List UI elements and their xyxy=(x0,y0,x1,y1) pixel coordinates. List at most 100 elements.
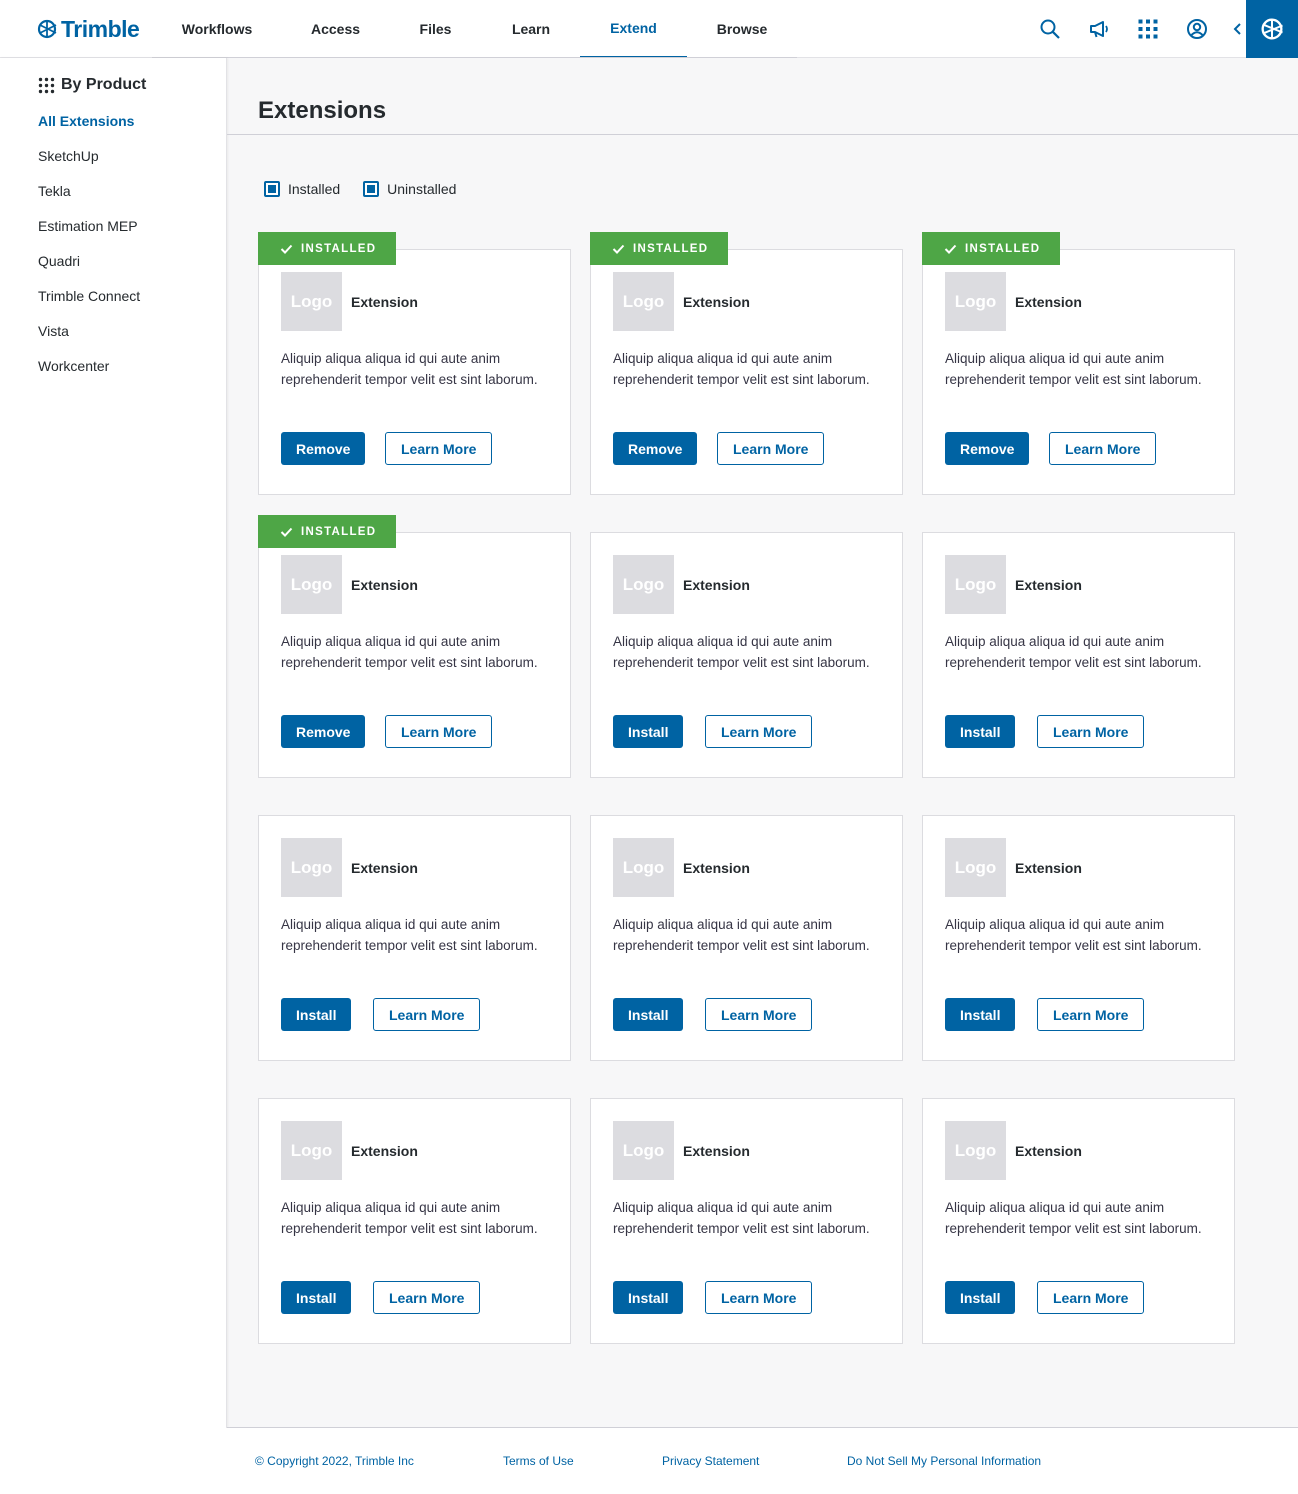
install-button[interactable]: Install xyxy=(945,1281,1016,1314)
extension-logo-placeholder: Logo xyxy=(281,1121,342,1180)
extension-name: Extension xyxy=(683,860,750,876)
install-button[interactable]: Install xyxy=(613,1281,684,1314)
learn-more-button[interactable]: Learn More xyxy=(373,998,481,1031)
extension-description: Aliquip aliqua aliqua id qui aute anim r… xyxy=(613,634,870,670)
nav-tab-label: Access xyxy=(310,21,361,37)
checkbox-checked-mark xyxy=(367,185,376,193)
sidebar-item-estimation-mep[interactable]: Estimation MEP xyxy=(38,218,140,253)
nav-tab-browse[interactable]: Browse xyxy=(687,0,797,58)
checkmark-icon xyxy=(280,527,293,537)
learn-more-button[interactable]: Learn More xyxy=(373,1281,481,1314)
remove-button[interactable]: Remove xyxy=(945,432,1030,465)
extension-logo-placeholder: Logo xyxy=(945,1121,1006,1180)
app-switcher-tile[interactable] xyxy=(1246,0,1298,58)
do-not-sell-link[interactable]: Do Not Sell My Personal Information xyxy=(847,1454,1041,1468)
extension-logo-placeholder: Logo xyxy=(945,555,1006,614)
learn-more-button[interactable]: Learn More xyxy=(385,715,493,748)
learn-more-button[interactable]: Learn More xyxy=(705,1281,813,1314)
learn-more-button[interactable]: Learn More xyxy=(1049,432,1157,465)
installed-badge: INSTALLED xyxy=(590,232,728,265)
sidebar-item-all-extensions[interactable]: All Extensions xyxy=(38,113,140,148)
sidebar-item-workcenter[interactable]: Workcenter xyxy=(38,358,140,393)
sidebar-item-vista[interactable]: Vista xyxy=(38,323,140,358)
sidebar-item-sketchup[interactable]: SketchUp xyxy=(38,148,140,183)
extension-name: Extension xyxy=(683,577,750,593)
extension-logo-placeholder: Logo xyxy=(613,1121,674,1180)
search-button[interactable] xyxy=(1030,10,1070,48)
announcements-button[interactable] xyxy=(1079,10,1119,48)
learn-more-button[interactable]: Learn More xyxy=(1037,715,1145,748)
trimble-logo[interactable]: Trimble xyxy=(36,13,140,45)
remove-button[interactable]: Remove xyxy=(613,432,698,465)
logo-placeholder-text: Logo xyxy=(954,291,997,311)
installed-badge: INSTALLED xyxy=(922,232,1060,265)
search-icon xyxy=(1040,19,1060,39)
nav-tab-workflows[interactable]: Workflows xyxy=(152,0,282,58)
logo-placeholder-text: Logo xyxy=(954,857,997,877)
terms-of-use-link[interactable]: Terms of Use xyxy=(503,1454,574,1468)
remove-button[interactable]: Remove xyxy=(281,432,366,465)
grid-dots-icon xyxy=(38,77,55,93)
learn-more-button[interactable]: Learn More xyxy=(705,715,813,748)
megaphone-icon xyxy=(1090,21,1108,38)
filter-label: Installed xyxy=(288,181,341,197)
brand-name: Trimble xyxy=(61,15,140,42)
installed-badge-label: INSTALLED xyxy=(965,242,1041,255)
product-sidebar: By Product All Extensions SketchUp Tekla… xyxy=(0,58,227,1428)
installed-badge-label: INSTALLED xyxy=(633,242,709,255)
extension-description: Aliquip aliqua aliqua id qui aute anim r… xyxy=(613,351,870,387)
checkmark-icon xyxy=(280,244,293,254)
install-button[interactable]: Install xyxy=(281,998,352,1031)
extension-description: Aliquip aliqua aliqua id qui aute anim r… xyxy=(281,351,538,387)
trimble-globe-icon xyxy=(1261,18,1283,40)
collapse-panel-button[interactable] xyxy=(1230,18,1246,40)
sidebar-item-tekla[interactable]: Tekla xyxy=(38,183,140,218)
extension-name: Extension xyxy=(1015,294,1082,310)
extension-description: Aliquip aliqua aliqua id qui aute anim r… xyxy=(281,917,538,953)
filter-label: Uninstalled xyxy=(387,181,457,197)
nav-tab-files[interactable]: Files xyxy=(389,0,482,58)
logo-placeholder-text: Logo xyxy=(622,857,665,877)
extension-name: Extension xyxy=(351,1143,418,1159)
nav-tab-access[interactable]: Access xyxy=(282,0,389,58)
install-button[interactable]: Install xyxy=(945,998,1016,1031)
extension-name: Extension xyxy=(1015,1143,1082,1159)
learn-more-button[interactable]: Learn More xyxy=(1037,1281,1145,1314)
remove-button[interactable]: Remove xyxy=(281,715,366,748)
extension-description: Aliquip aliqua aliqua id qui aute anim r… xyxy=(945,634,1202,670)
logo-placeholder-text: Logo xyxy=(290,857,333,877)
user-account-button[interactable] xyxy=(1177,10,1217,48)
apps-grid-icon xyxy=(1138,19,1158,39)
install-button[interactable]: Install xyxy=(613,998,684,1031)
nav-tab-learn[interactable]: Learn xyxy=(482,0,580,58)
logo-placeholder-text: Logo xyxy=(290,291,333,311)
sidebar-item-quadri[interactable]: Quadri xyxy=(38,253,140,288)
learn-more-button[interactable]: Learn More xyxy=(385,432,493,465)
nav-tab-extend[interactable]: Extend xyxy=(580,0,687,58)
apps-button[interactable] xyxy=(1128,10,1168,48)
checkbox-installed[interactable] xyxy=(264,181,280,197)
checkmark-icon xyxy=(612,244,625,254)
logo-placeholder-text: Logo xyxy=(290,574,333,594)
nav-tab-label: Browse xyxy=(716,21,768,37)
logo-placeholder-text: Logo xyxy=(954,574,997,594)
header-actions xyxy=(1030,10,1226,48)
checkbox-uninstalled[interactable] xyxy=(363,181,380,197)
filter-uninstalled[interactable]: Uninstalled xyxy=(363,181,456,197)
logo-placeholder-text: Logo xyxy=(622,574,665,594)
install-button[interactable]: Install xyxy=(613,715,684,748)
learn-more-button[interactable]: Learn More xyxy=(717,432,825,465)
extension-name: Extension xyxy=(351,577,418,593)
install-button[interactable]: Install xyxy=(281,1281,352,1314)
privacy-statement-link[interactable]: Privacy Statement xyxy=(662,1454,759,1468)
installed-badge: INSTALLED xyxy=(258,515,396,548)
learn-more-button[interactable]: Learn More xyxy=(1037,998,1145,1031)
nav-tab-label: Files xyxy=(419,21,452,37)
sidebar-item-trimble-connect[interactable]: Trimble Connect xyxy=(38,288,140,323)
filter-installed[interactable]: Installed xyxy=(264,181,340,197)
status-filters: Installed Uninstalled xyxy=(264,181,479,197)
learn-more-button[interactable]: Learn More xyxy=(705,998,813,1031)
install-button[interactable]: Install xyxy=(945,715,1016,748)
extension-card: Logo Extension Aliquip aliqua aliqua id qu… xyxy=(922,815,1235,1061)
chevron-left-icon xyxy=(1233,23,1241,35)
